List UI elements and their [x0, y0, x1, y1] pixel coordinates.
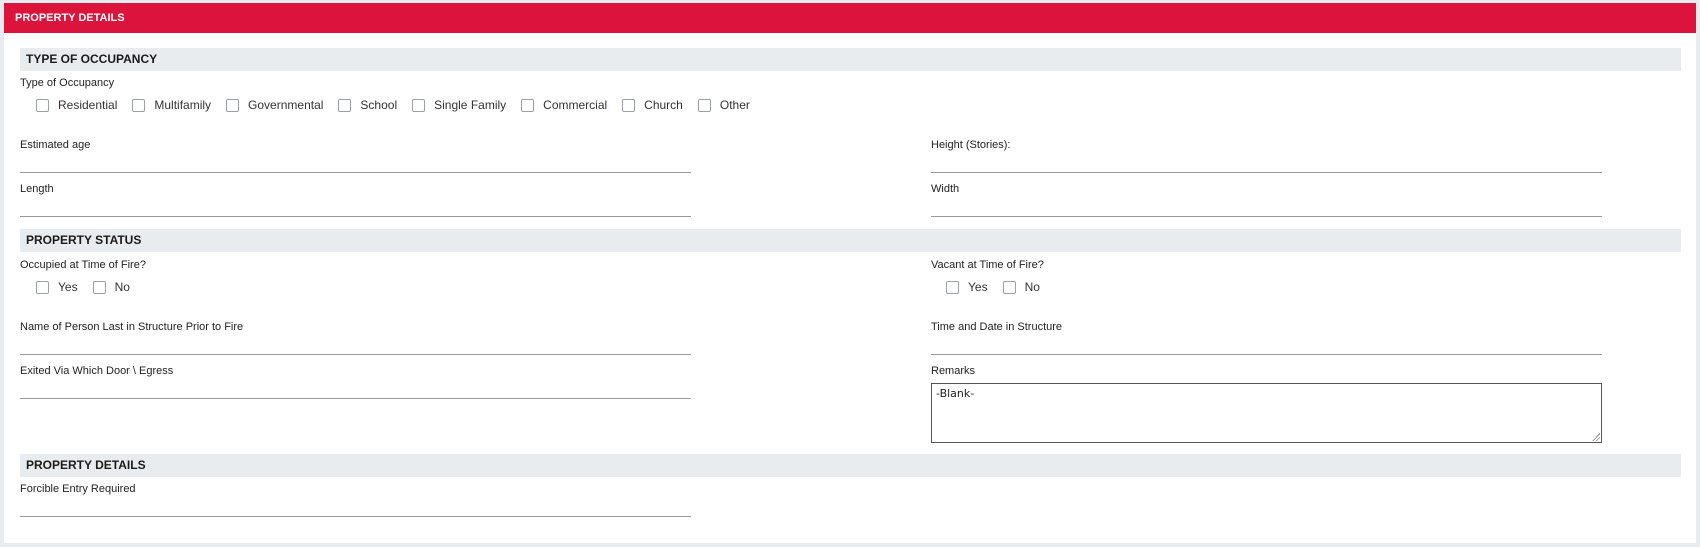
width-input[interactable] [931, 216, 1602, 217]
occupancy-option-other[interactable]: Other [697, 98, 750, 112]
governmental-checkbox[interactable] [226, 98, 240, 112]
remarks-label: Remarks [931, 365, 976, 377]
remarks-textarea[interactable]: -Blank- [931, 383, 1602, 443]
occupancy-option-governmental[interactable]: Governmental [226, 98, 323, 112]
multifamily-label: Multifamily [154, 98, 212, 112]
occupied-options: Yes No [36, 277, 145, 297]
resize-grip-icon[interactable] [1592, 433, 1600, 441]
occupied-no-label: No [114, 280, 130, 294]
vacant-at-time-of-fire-label: Vacant at Time of Fire? [931, 259, 1044, 271]
occupancy-option-residential[interactable]: Residential [36, 98, 117, 112]
single-family-label: Single Family [434, 98, 507, 112]
forcible-entry-input[interactable] [20, 516, 691, 517]
time-and-date-label: Time and Date in Structure [931, 321, 1063, 333]
person-last-in-structure-label: Name of Person Last in Structure Prior t… [20, 321, 244, 333]
occupied-at-time-of-fire-label: Occupied at Time of Fire? [20, 259, 146, 271]
time-and-date-input[interactable] [931, 354, 1602, 355]
occupancy-option-school[interactable]: School [338, 98, 397, 112]
width-label: Width [931, 183, 960, 195]
commercial-label: Commercial [543, 98, 608, 112]
section-type-of-occupancy: TYPE OF OCCUPANCY [20, 48, 1681, 71]
estimated-age-input[interactable] [20, 172, 691, 173]
remarks-value: -Blank- [936, 387, 975, 400]
multifamily-checkbox[interactable] [132, 98, 146, 112]
church-label: Church [644, 98, 683, 112]
vacant-no-label: No [1024, 280, 1040, 294]
height-stories-label: Height (Stories): [931, 139, 1011, 151]
occupancy-option-commercial[interactable]: Commercial [521, 98, 607, 112]
length-label: Length [20, 183, 54, 195]
forcible-entry-label: Forcible Entry Required [20, 483, 136, 495]
height-stories-input[interactable] [931, 172, 1602, 173]
estimated-age-label: Estimated age [20, 139, 91, 151]
occupied-yes-option[interactable]: Yes [36, 280, 78, 294]
single-family-checkbox[interactable] [412, 98, 426, 112]
exited-via-door-label: Exited Via Which Door \ Egress [20, 365, 174, 377]
church-checkbox[interactable] [622, 98, 636, 112]
occupancy-option-church[interactable]: Church [622, 98, 683, 112]
person-last-in-structure-input[interactable] [20, 354, 691, 355]
other-label: Other [719, 98, 750, 112]
other-checkbox[interactable] [697, 98, 711, 112]
governmental-label: Governmental [248, 98, 324, 112]
residential-label: Residential [58, 98, 118, 112]
school-checkbox[interactable] [338, 98, 352, 112]
commercial-checkbox[interactable] [521, 98, 535, 112]
occupied-yes-label: Yes [58, 280, 78, 294]
section-property-status: PROPERTY STATUS [20, 229, 1681, 252]
length-input[interactable] [20, 216, 691, 217]
exited-via-door-input[interactable] [20, 398, 691, 399]
vacant-no-option[interactable]: No [1002, 280, 1040, 294]
vacant-yes-label: Yes [968, 280, 988, 294]
panel-title: PROPERTY DETAILS [4, 3, 1696, 33]
type-of-occupancy-label: Type of Occupancy [20, 77, 115, 89]
vacant-yes-checkbox[interactable] [946, 280, 959, 294]
occupied-no-checkbox[interactable] [92, 280, 106, 294]
occupied-yes-checkbox[interactable] [36, 280, 49, 294]
occupied-no-option[interactable]: No [92, 280, 130, 294]
property-details-panel: PROPERTY DETAILS TYPE OF OCCUPANCY Type … [4, 3, 1696, 543]
section-property-details: PROPERTY DETAILS [20, 454, 1681, 477]
vacant-yes-option[interactable]: Yes [946, 280, 988, 294]
occupancy-options: Residential Multifamily Governmental Sch… [36, 95, 765, 115]
school-label: School [360, 98, 398, 112]
occupancy-option-single-family[interactable]: Single Family [412, 98, 506, 112]
vacant-options: Yes No [946, 277, 1055, 297]
residential-checkbox[interactable] [36, 98, 49, 112]
vacant-no-checkbox[interactable] [1002, 280, 1016, 294]
occupancy-option-multifamily[interactable]: Multifamily [132, 98, 211, 112]
